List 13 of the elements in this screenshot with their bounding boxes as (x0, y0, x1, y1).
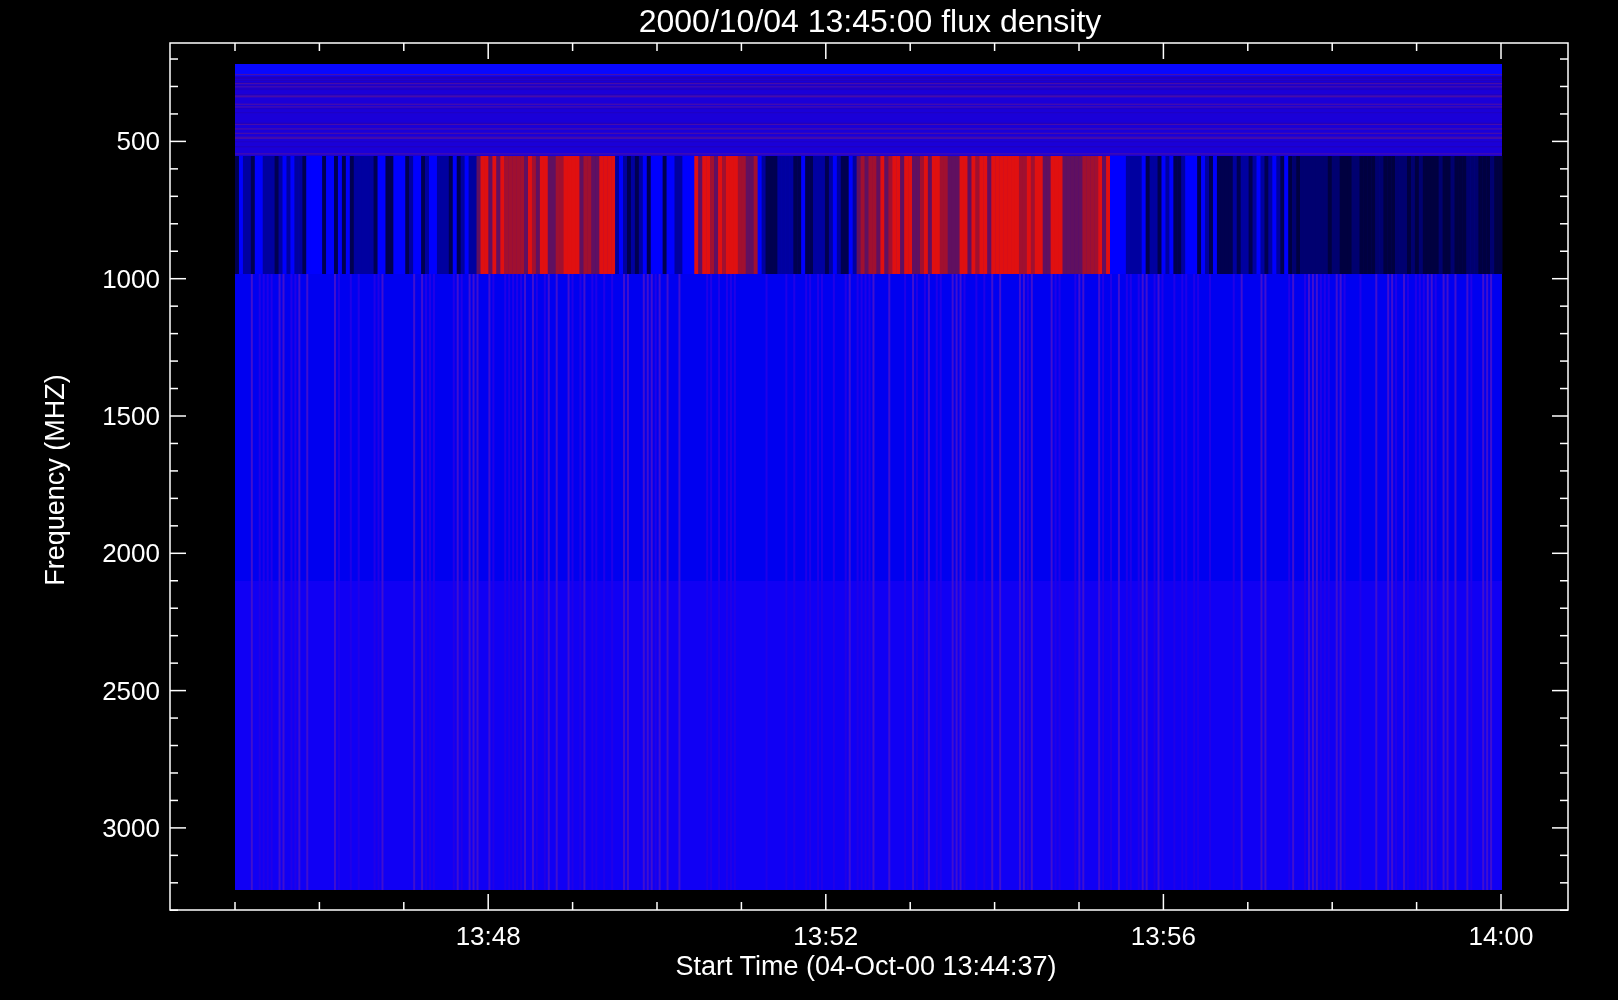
x-tick-label: 13:56 (1130, 921, 1196, 951)
y-tick-label: 500 (116, 126, 160, 157)
y-tick-label: 2500 (102, 675, 160, 706)
x-tick-label: 13:52 (793, 921, 859, 951)
y-axis-label: Frequency (MHZ) (40, 374, 70, 586)
plot-title: 2000/10/04 13:45:00 flux density (638, 3, 1102, 39)
y-tick-label: 1500 (102, 401, 160, 431)
y-tick-label: 2000 (102, 538, 160, 569)
x-tick-label: 13:48 (455, 921, 521, 951)
x-axis-label: Start Time (04-Oct-00 13:44:37) (675, 951, 1057, 981)
x-tick-label: 14:00 (1468, 921, 1534, 951)
y-tick-label: 1000 (102, 263, 160, 294)
y-tick-label: 3000 (102, 812, 160, 843)
